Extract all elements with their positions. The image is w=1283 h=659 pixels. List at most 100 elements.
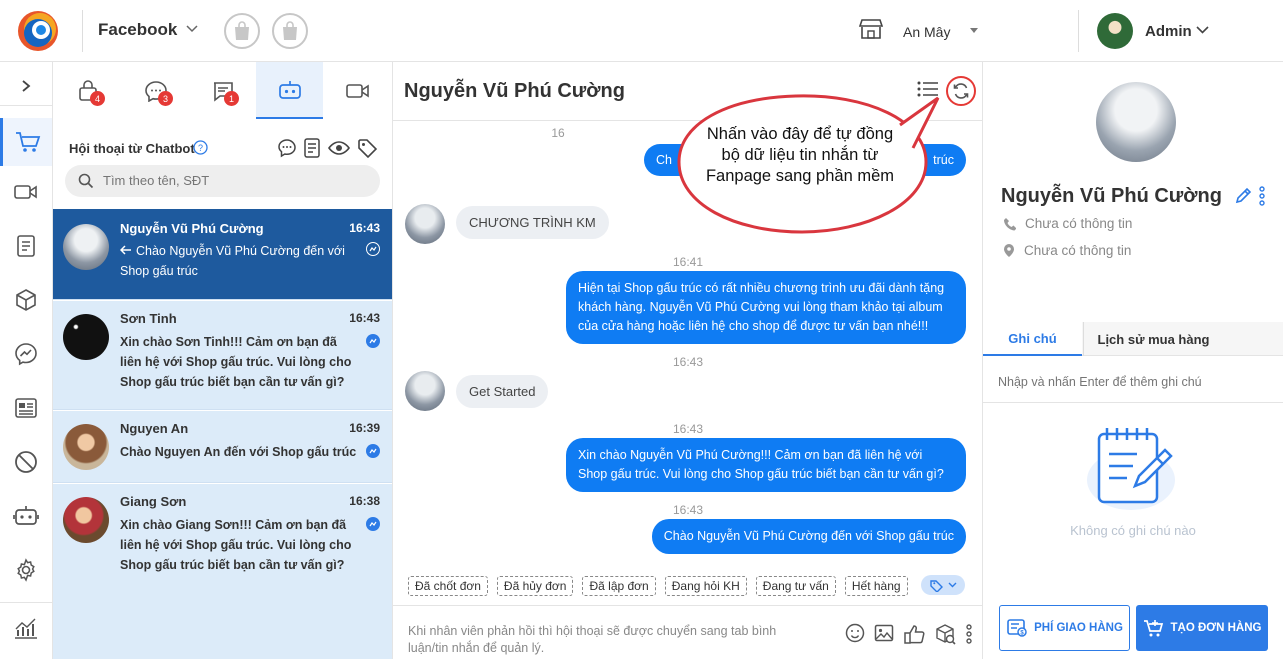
tag-list: Đã chốt đơn Đã hủy đơn Đã lập đơn Đang h… <box>408 576 908 596</box>
chevron-down-icon[interactable] <box>1196 26 1209 34</box>
conversation-item[interactable]: Nguyễn Vũ Phú Cường 16:43 Chào Nguyễn Vũ… <box>53 209 392 300</box>
sidebar-item-products[interactable] <box>0 280 52 320</box>
incoming-message: CHƯƠNG TRÌNH KM <box>456 206 609 239</box>
store-icon[interactable] <box>858 18 884 40</box>
chevron-down-icon[interactable] <box>186 25 198 33</box>
image-icon[interactable] <box>874 623 894 643</box>
tag-chip[interactable]: Đã hủy đơn <box>496 576 574 596</box>
caret-down-icon[interactable] <box>970 28 978 33</box>
messenger-icon <box>366 334 380 348</box>
eye-icon[interactable] <box>327 138 351 158</box>
chat-filter-icon[interactable] <box>277 138 297 158</box>
sidebar-item-orders[interactable] <box>0 226 52 266</box>
avatar <box>1096 82 1176 162</box>
sidebar-item-posts[interactable] <box>0 388 52 428</box>
store-name[interactable]: An Mây <box>903 24 950 40</box>
sidebar-item-blocked[interactable] <box>0 442 52 482</box>
message-time: 16:43 <box>672 355 704 369</box>
conversation-preview: Chào Nguyen An đến với Shop gấu trúc <box>120 445 357 459</box>
tag-dropdown-button[interactable] <box>921 575 965 595</box>
product-search-icon[interactable] <box>934 623 956 645</box>
sidebar-item-livestream[interactable] <box>0 172 52 212</box>
app-logo-icon[interactable] <box>14 8 62 54</box>
tab-comments[interactable]: 3 <box>122 62 189 119</box>
divider <box>0 602 52 603</box>
tab-video[interactable] <box>324 62 391 119</box>
search-icon <box>78 173 94 189</box>
tab-locked-chat[interactable]: 4 <box>55 62 122 119</box>
avatar <box>405 204 445 244</box>
sidebar-item-sales[interactable] <box>0 118 52 166</box>
sidebar-item-chatbot[interactable] <box>0 496 52 536</box>
preview-text: Chào Nguyễn Vũ Phú Cường đến với Shop gấ… <box>120 244 345 278</box>
sync-button[interactable] <box>946 76 976 106</box>
tab-messages[interactable]: 1 <box>189 62 256 119</box>
reply-arrow-icon <box>119 241 132 261</box>
address-value: Chưa có thông tin <box>1024 243 1132 258</box>
conversation-item[interactable]: Nguyen An 16:39 Chào Nguyen An đến với S… <box>53 411 392 483</box>
emoji-icon[interactable] <box>845 623 865 643</box>
avatar[interactable] <box>1097 13 1133 49</box>
phone-info: Chưa có thông tin <box>1003 216 1132 231</box>
tag-chip[interactable]: Đã lập đơn <box>582 576 656 596</box>
robot-icon <box>278 80 301 99</box>
more-vertical-icon[interactable] <box>965 623 973 645</box>
composer-actions <box>845 623 973 645</box>
tag-chip[interactable]: Đã chốt đơn <box>408 576 488 596</box>
edit-icon[interactable] <box>1234 187 1252 205</box>
avatar <box>63 424 109 470</box>
note-input[interactable] <box>998 375 1268 389</box>
unread-badge: 4 <box>90 91 105 106</box>
conversation-name: Sơn Tinh <box>120 311 177 326</box>
cart-plus-icon <box>1143 620 1163 637</box>
more-vertical-icon[interactable] <box>1258 185 1266 207</box>
create-order-button[interactable]: TẠO ĐƠN HÀNG <box>1136 605 1268 651</box>
empty-notes-illustration <box>1085 422 1181 512</box>
tab-purchase-history[interactable]: Lịch sử mua hàng <box>1083 322 1223 356</box>
tab-chatbot[interactable] <box>256 62 323 119</box>
divider <box>82 10 83 52</box>
tag-chip[interactable]: Hết hàng <box>844 576 908 596</box>
incoming-message: Get Started <box>456 375 549 408</box>
sidebar-item-reports[interactable] <box>0 608 52 648</box>
shipping-fee-label: PHÍ GIAO HÀNG <box>1034 622 1123 634</box>
shipping-fee-button[interactable]: $ PHÍ GIAO HÀNG <box>999 605 1130 651</box>
message-time: 16:41 <box>672 255 704 269</box>
callout-text: Nhấn vào đây để tự đồng bộ dữ liệu tin n… <box>705 125 895 185</box>
tag-chip[interactable]: Đang hỏi KH <box>664 576 747 596</box>
unread-badge: 3 <box>158 91 173 106</box>
tag-chip[interactable]: Đang tư vấn <box>755 576 836 596</box>
message-time: 16:43 <box>672 422 704 436</box>
location-icon <box>1004 244 1014 257</box>
create-order-label: TẠO ĐƠN HÀNG <box>1170 622 1262 634</box>
unread-badge: 1 <box>224 91 239 106</box>
shopee-shop-icon[interactable] <box>224 13 260 49</box>
conversation-preview: Xin chào Sơn Tinh!!! Cảm ơn bạn đã liên … <box>120 335 352 389</box>
search-box <box>65 165 380 197</box>
messenger-icon <box>366 242 380 256</box>
tab-notes[interactable]: Ghi chú <box>983 322 1082 356</box>
section-title: Hội thoại từ Chatbot <box>69 141 195 156</box>
tag-icon[interactable] <box>357 138 377 158</box>
box-icon <box>16 289 36 311</box>
divider <box>983 402 1283 403</box>
conversation-item[interactable]: Sơn Tinh 16:43 Xin chào Sơn Tinh!!! Cảm … <box>53 301 392 410</box>
conversation-item[interactable]: Giang Sơn 16:38 Xin chào Giang Sơn!!! Cả… <box>53 484 392 659</box>
composer-placeholder[interactable]: Khi nhân viên phản hồi thì hội thoại sẽ … <box>408 623 808 657</box>
sidebar-item-settings[interactable] <box>0 550 52 590</box>
outgoing-message: Xin chào Nguyễn Vũ Phú Cường!!! Cảm ơn b… <box>566 438 966 492</box>
order-filter-icon[interactable] <box>303 138 321 158</box>
sidebar-item-messenger[interactable] <box>0 334 52 374</box>
message-composer: Khi nhân viên phản hồi thì hội thoại sẽ … <box>393 605 983 659</box>
help-icon[interactable]: ? <box>193 140 208 155</box>
like-icon[interactable] <box>903 623 925 645</box>
chart-icon <box>15 618 37 639</box>
expand-sidebar-button[interactable] <box>0 66 52 106</box>
address-info: Chưa có thông tin <box>1003 243 1131 258</box>
search-input[interactable] <box>103 173 363 188</box>
conversation-preview: Xin chào Giang Sơn!!! Cảm ơn bạn đã liên… <box>120 518 352 572</box>
user-name[interactable]: Admin <box>1145 23 1192 40</box>
lazada-shop-icon[interactable] <box>272 13 308 49</box>
conversation-name: Giang Sơn <box>120 494 187 509</box>
conversation-time: 16:43 <box>349 311 380 325</box>
